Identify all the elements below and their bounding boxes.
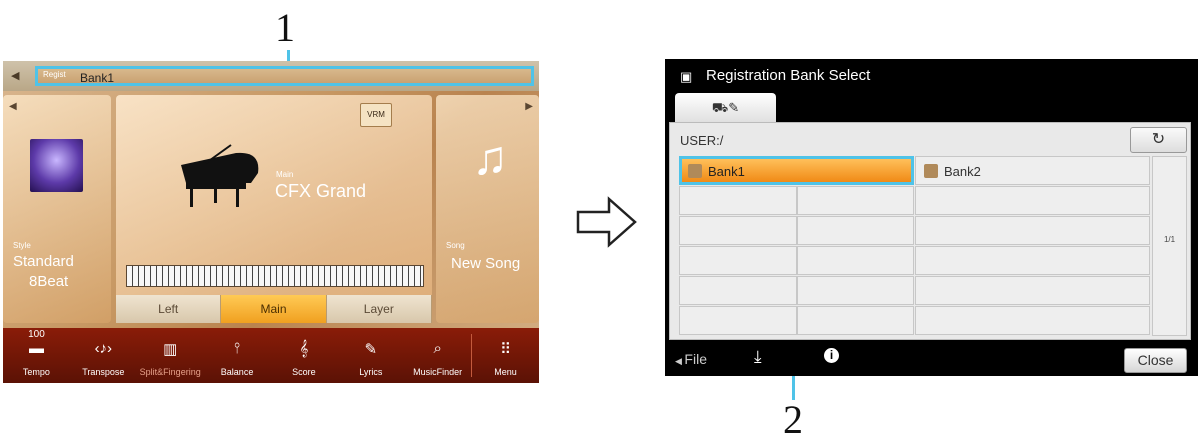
part-tabs: Left Main Layer xyxy=(116,295,432,323)
bank-item-label: Bank2 xyxy=(944,164,981,179)
treble-clef-icon: 𝄞 xyxy=(299,340,309,357)
style-name-line2: 8Beat xyxy=(29,273,69,290)
home-screen: ◀ Regist Bank1 ◀ Style Standard 8Beat VR… xyxy=(3,61,539,383)
empty-slot[interactable] xyxy=(915,216,1150,245)
file-browser: USER:/ ↻ Bank1 Bank2 1/1 xyxy=(669,122,1191,340)
music-note-icon: ♫ xyxy=(472,132,508,185)
musicfinder-icon: ⌕ xyxy=(433,340,442,357)
score-button[interactable]: 𝄞 Score xyxy=(271,328,338,383)
tempo-value: 100 xyxy=(28,329,45,340)
grid-menu-icon: ⠿ xyxy=(500,341,512,358)
empty-slot[interactable] xyxy=(797,246,914,275)
registration-bank-field[interactable]: Regist Bank1 xyxy=(35,66,534,86)
empty-slot[interactable] xyxy=(679,306,797,335)
song-panel[interactable]: ▶ ♫ Song New Song xyxy=(436,95,539,323)
song-label: Song xyxy=(446,241,465,250)
bottom-toolbar: 100 ▬ Tempo ‹♪› Transpose ▥ Split&Finger… xyxy=(3,328,539,383)
empty-slot[interactable] xyxy=(679,246,797,275)
callout-number-2: 2 xyxy=(783,397,803,442)
empty-slot[interactable] xyxy=(797,216,914,245)
empty-slot[interactable] xyxy=(915,306,1150,335)
empty-slot[interactable] xyxy=(797,306,914,335)
lyrics-label: Lyrics xyxy=(359,367,383,377)
path-label: USER:/ xyxy=(680,133,724,148)
vrm-badge[interactable]: VRM xyxy=(360,103,392,127)
bank-item-bank1[interactable]: Bank1 xyxy=(679,156,914,185)
menu-button[interactable]: ⠿ Menu xyxy=(472,328,539,383)
callout-number-1: 1 xyxy=(275,5,295,50)
main-voice-name: CFX Grand xyxy=(275,181,367,201)
regist-label: Regist xyxy=(43,70,66,79)
empty-slot[interactable] xyxy=(679,186,797,215)
empty-slot[interactable] xyxy=(797,186,914,215)
empty-slot[interactable] xyxy=(679,276,797,305)
musicfinder-label: MusicFinder xyxy=(413,367,463,377)
transpose-label: Transpose xyxy=(82,367,125,377)
tempo-icon: ▬ xyxy=(28,340,44,357)
right-arrow-icon[interactable]: ▶ xyxy=(525,101,533,112)
tempo-label: Tempo xyxy=(22,367,50,377)
left-arrow-icon: ◀ xyxy=(675,356,685,366)
tab-layer[interactable]: Layer xyxy=(326,295,432,323)
balance-slider-icon: ⫯ xyxy=(233,340,241,357)
file-label: File xyxy=(684,351,707,367)
style-label: Style xyxy=(13,241,31,250)
tempo-button[interactable]: 100 ▬ Tempo xyxy=(3,328,70,383)
tab-main[interactable]: Main xyxy=(221,295,327,323)
close-button[interactable]: Close xyxy=(1124,348,1187,373)
page-indicator[interactable]: 1/1 xyxy=(1152,156,1187,336)
split-fingering-button[interactable]: ▥ Split&Fingering xyxy=(137,328,204,383)
tab-left[interactable]: Left xyxy=(116,295,222,323)
grand-piano-icon xyxy=(181,144,259,207)
empty-slot[interactable] xyxy=(797,276,914,305)
menu-label: Menu xyxy=(494,367,517,377)
lyrics-button[interactable]: ✎ Lyrics xyxy=(337,328,404,383)
main-voice-panel[interactable]: VRM Main CFX Grand Left Main Layer xyxy=(116,95,432,323)
save-download-icon[interactable]: ⤓ xyxy=(754,347,762,367)
right-arrow-icon xyxy=(576,196,637,248)
empty-slot[interactable] xyxy=(915,246,1150,275)
song-name: New Song xyxy=(451,255,521,272)
left-arrow-icon[interactable]: ◀ xyxy=(11,69,19,82)
bank-item-label: Bank1 xyxy=(708,164,745,179)
file-button[interactable]: ◀ File xyxy=(675,351,707,367)
up-folder-button[interactable]: ↻ xyxy=(1130,127,1187,153)
info-icon[interactable]: i xyxy=(824,348,839,363)
bank-grid: Bank1 Bank2 xyxy=(679,156,1150,336)
empty-slot[interactable] xyxy=(679,216,797,245)
page-number: 1/1 xyxy=(1163,235,1176,244)
style-image-microphone xyxy=(30,139,83,192)
style-name: Standard xyxy=(13,253,74,270)
balance-button[interactable]: ⫯ Balance xyxy=(204,328,271,383)
musicfinder-button[interactable]: ⌕ MusicFinder xyxy=(404,328,471,383)
tab-user-drive[interactable]: ⛟✎ xyxy=(675,93,776,122)
keyboard-graphic xyxy=(126,265,424,287)
transpose-icon: ‹♪› xyxy=(94,340,113,357)
refresh-icon: ↻ xyxy=(1151,131,1166,148)
bank-file-icon xyxy=(924,164,938,178)
registration-bar: ◀ Regist Bank1 xyxy=(3,61,539,91)
empty-slot[interactable] xyxy=(915,276,1150,305)
left-arrow-icon[interactable]: ◀ xyxy=(9,101,17,112)
score-label: Score xyxy=(292,367,316,377)
user-drive-icon: ⛟✎ xyxy=(711,100,740,115)
main-label: Main xyxy=(276,170,294,179)
balance-label: Balance xyxy=(220,367,254,377)
style-panel[interactable]: ◀ Style Standard 8Beat xyxy=(3,95,111,323)
lyrics-icon: ✎ xyxy=(364,341,378,358)
split-keyboard-icon: ▥ xyxy=(163,341,178,358)
bank-file-icon xyxy=(688,164,702,178)
registration-bank-icon: ▣ xyxy=(680,69,693,84)
regist-value: Bank1 xyxy=(80,71,115,85)
page-title: Registration Bank Select xyxy=(706,67,871,84)
registration-bank-select-screen: ▣ Registration Bank Select ⛟✎ USER:/ ↻ B… xyxy=(665,59,1198,376)
empty-slot[interactable] xyxy=(915,186,1150,215)
bank-item-bank2[interactable]: Bank2 xyxy=(915,156,1150,185)
footer-toolbar: ◀ File ⤓ i Close xyxy=(665,343,1198,376)
split-fingering-label: Split&Fingering xyxy=(139,367,201,377)
transpose-button[interactable]: ‹♪› Transpose xyxy=(70,328,137,383)
